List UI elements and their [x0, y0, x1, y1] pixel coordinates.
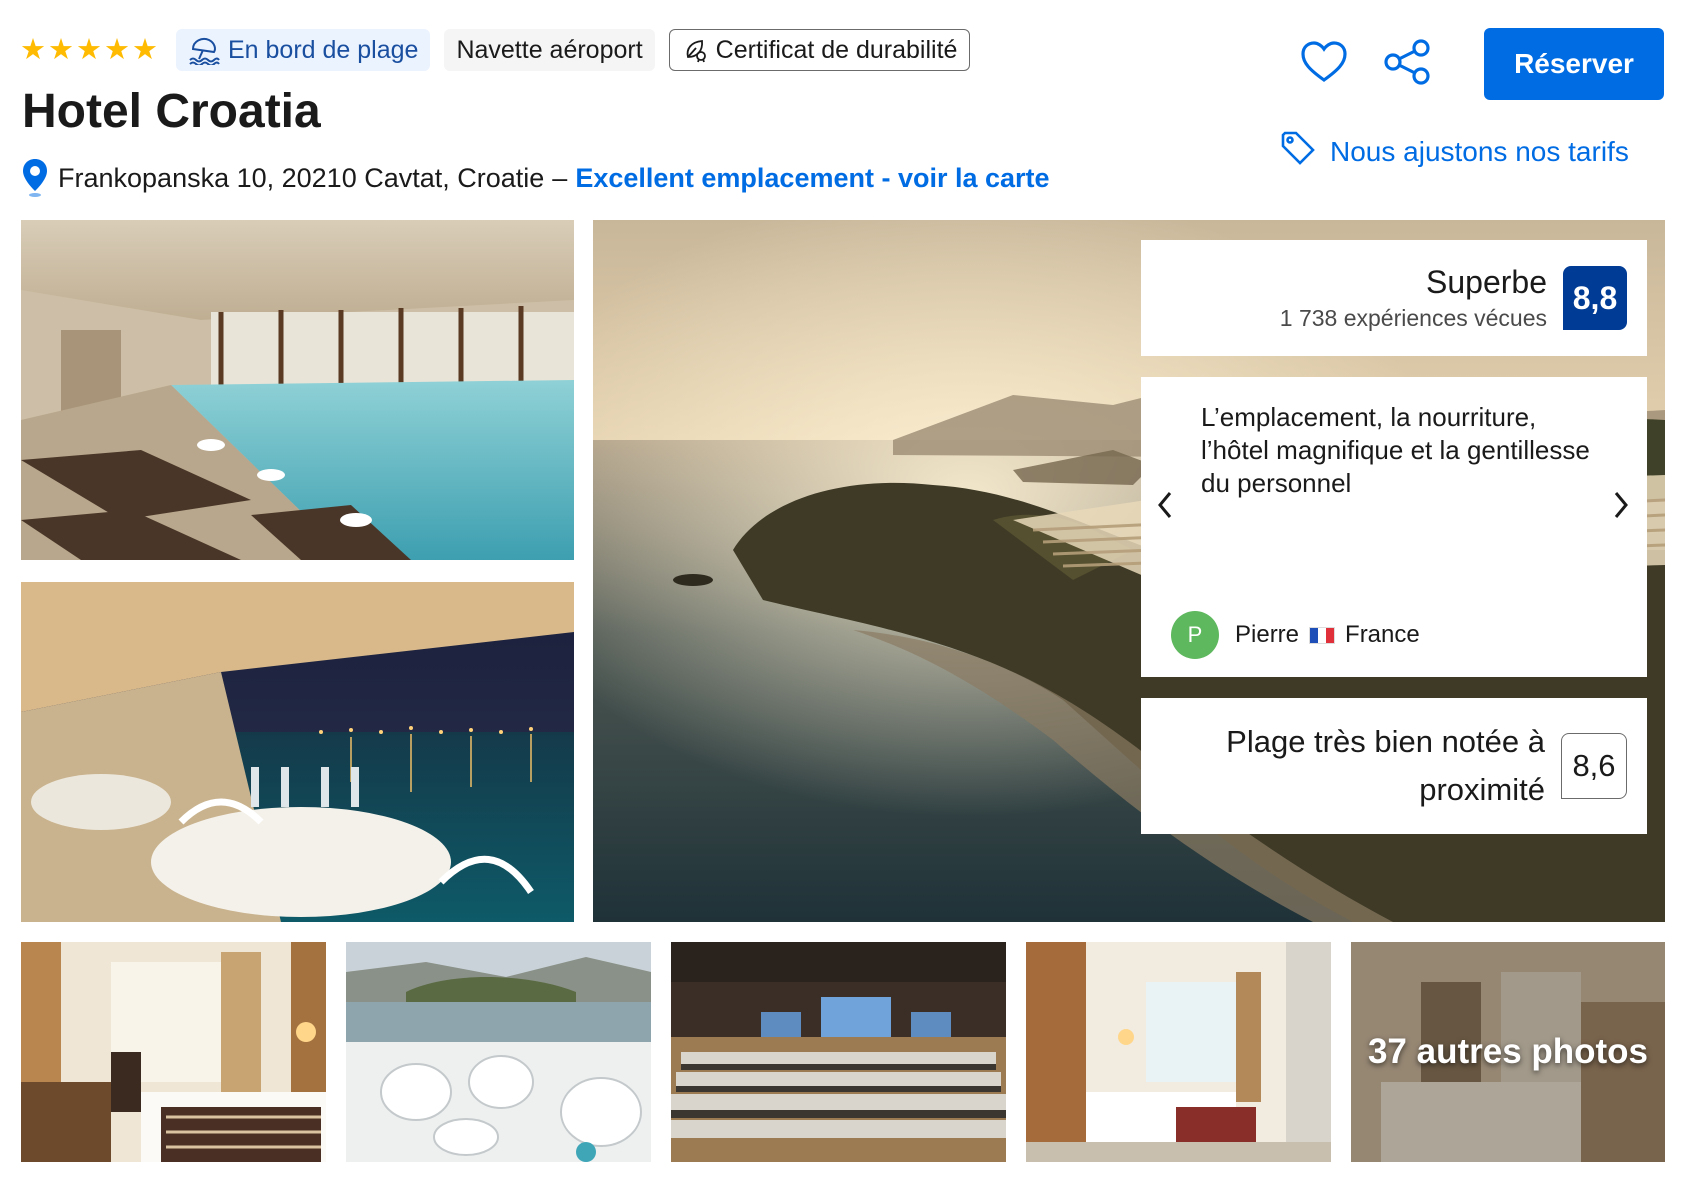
chevron-right-icon — [1612, 490, 1630, 525]
star-icon: ★ — [48, 33, 74, 66]
thumbnail-bedroom-breakfast[interactable] — [21, 942, 326, 1162]
heart-icon — [1300, 40, 1348, 89]
photo-terrace-restaurant[interactable] — [21, 582, 574, 922]
sustainability-badge[interactable]: Certificat de durabilité — [668, 29, 971, 71]
more-photos-label: 37 autres photos — [1367, 1032, 1649, 1071]
guest-review-carousel: L’emplacement, la nourriture, l’hôtel ma… — [1141, 377, 1647, 677]
review-score-word: Superbe — [1426, 264, 1547, 300]
review-quote: L’emplacement, la nourriture, l’hôtel ma… — [1201, 402, 1590, 498]
thumbnail-bedroom-view[interactable] — [1026, 942, 1331, 1162]
sustainability-certificate-icon — [682, 37, 708, 63]
star-icon: ★ — [104, 33, 130, 66]
airport-shuttle-badge[interactable]: Navette aéroport — [444, 29, 655, 71]
reviewer-name: Pierre — [1235, 621, 1300, 648]
photo-indoor-pool[interactable] — [21, 220, 574, 560]
thumbnail-more-photos[interactable]: 37 autres photos — [1351, 942, 1665, 1162]
sustainability-badge-label: Certificat de durabilité — [715, 35, 958, 64]
beach-rating-panel[interactable]: Plage très bien notée à proximité 8,6 — [1141, 698, 1647, 834]
hotel-address: Frankopanska 10, 20210 Cavtat, Croatie –… — [22, 158, 1050, 198]
reviewer-info: P Pierre France — [1171, 611, 1420, 659]
location-pin-icon — [22, 158, 48, 198]
reserve-button[interactable]: Réserver — [1484, 28, 1664, 100]
price-match-label: Nous ajustons nos tarifs — [1330, 135, 1629, 167]
star-icon: ★ — [20, 33, 46, 66]
address-text: Frankopanska 10, 20210 Cavtat, Croatie — [58, 162, 545, 193]
property-badges: ★ ★ ★ ★ ★ En bord de plage Navette aérop… — [20, 28, 971, 72]
airport-shuttle-badge-label: Navette aéroport — [456, 35, 643, 64]
beachfront-badge-label: En bord de plage — [228, 35, 419, 64]
review-score-text: Superbe 1 738 expériences vécues — [1280, 264, 1547, 332]
reviewer-country: France — [1345, 621, 1420, 648]
address-separator: – — [552, 162, 568, 193]
review-score-badge: 8,8 — [1563, 266, 1627, 330]
review-score-panel[interactable]: Superbe 1 738 expériences vécues 8,8 — [1141, 240, 1647, 356]
review-next-button[interactable] — [1601, 482, 1641, 532]
beach-rating-score: 8,6 — [1561, 733, 1627, 799]
hotel-title: Hotel Croatia — [22, 85, 321, 138]
thumbnail-conference-hall[interactable] — [671, 942, 1006, 1162]
beach-rating-label: Plage très bien notée à proximité — [1226, 724, 1545, 807]
chevron-left-icon — [1156, 490, 1174, 525]
save-favorite-button[interactable] — [1296, 36, 1352, 92]
share-icon — [1383, 38, 1433, 91]
share-button[interactable] — [1380, 36, 1436, 92]
thumbnail-lounge-terrace[interactable] — [346, 942, 651, 1162]
review-count: 1 738 expériences vécues — [1279, 305, 1547, 331]
star-rating: ★ ★ ★ ★ ★ — [20, 33, 158, 66]
france-flag-icon — [1309, 626, 1336, 644]
review-prev-button[interactable] — [1145, 482, 1185, 532]
star-icon: ★ — [76, 33, 102, 66]
price-match-link[interactable]: Nous ajustons nos tarifs — [1280, 130, 1629, 173]
beach-umbrella-icon — [188, 35, 220, 65]
price-tag-icon — [1280, 130, 1316, 173]
star-icon: ★ — [132, 33, 158, 66]
beachfront-badge[interactable]: En bord de plage — [176, 29, 431, 71]
avatar: P — [1171, 611, 1219, 659]
map-link[interactable]: Excellent emplacement - voir la carte — [575, 163, 1049, 194]
